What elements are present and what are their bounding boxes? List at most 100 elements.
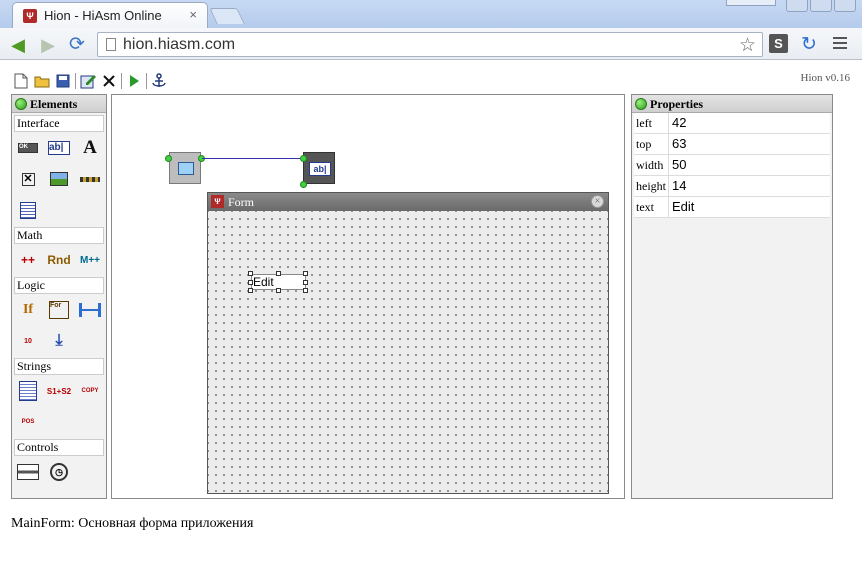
mainform-element[interactable] [169,152,201,184]
maximize-button[interactable] [810,0,832,12]
close-icon[interactable]: × [591,195,604,208]
forward-arrow-icon[interactable]: ▶ [38,35,58,55]
hiasm-favicon-icon: Ψ [23,9,37,23]
collapse-ball-icon[interactable] [635,97,647,110]
random-element-icon[interactable]: Rnd [47,250,70,270]
address-bar[interactable]: hion.hiasm.com ☆ [97,32,763,57]
reload-icon[interactable]: ⟳ [67,35,87,55]
form-app-icon: Ψ [211,195,224,208]
hub-element-icon[interactable] [79,300,101,320]
resize-handle[interactable] [248,288,253,293]
collapse-ball-icon[interactable] [15,97,27,110]
edit-element-text: ab| [48,141,70,155]
down-arrow-element-icon[interactable]: ⤓ [48,331,70,351]
for-element-text: For [49,301,69,319]
counter-element-icon[interactable]: 10 [17,331,39,351]
elements-panel-header[interactable]: Elements [12,95,106,113]
property-name: top [634,134,669,154]
property-row-text: text Edit [634,197,830,218]
group-math[interactable]: Math [14,227,104,244]
checkbox-element-icon[interactable]: ✕ [17,169,39,189]
strings-icons-row: S1+S2 COPY [12,375,106,406]
chrome-menu-icon[interactable] [833,37,847,51]
group-strings[interactable]: Strings [14,358,104,375]
form-titlebar[interactable]: Ψ Form × [208,193,608,211]
progressbar-element-icon[interactable] [79,169,101,189]
window-controls [786,0,856,14]
extension-s-icon[interactable]: S [769,34,788,53]
browser-tab[interactable]: Ψ Hion - HiAsm Online × [12,2,208,28]
open-folder-icon[interactable] [33,72,51,90]
copy-element-icon[interactable]: COPY [79,381,101,401]
form-designer-window[interactable]: Ψ Form × Edit [207,192,609,494]
increment-element-icon[interactable]: ++ [17,250,39,270]
resize-handle[interactable] [303,280,308,285]
for-element-icon[interactable]: For [48,300,70,320]
edit-top-pin[interactable] [300,155,307,162]
strlist-element-icon[interactable] [17,381,39,401]
resize-handle[interactable] [303,288,308,293]
memo-element-icon[interactable] [17,200,39,220]
toolbar-separator [121,73,122,89]
property-value-text[interactable]: Edit [669,197,830,217]
url-text[interactable]: hion.hiasm.com [123,36,235,54]
form-left-pin[interactable] [165,155,172,162]
property-value-top[interactable]: 63 [669,134,830,154]
run-icon[interactable] [125,72,143,90]
back-arrow-icon[interactable]: ◀ [8,35,28,55]
button-element-icon[interactable]: OK [17,138,39,158]
user-badge[interactable] [726,0,776,6]
anchor-icon[interactable] [150,72,168,90]
property-name: text [634,197,669,217]
interface-icons-row [12,194,106,225]
property-row-width: width 50 [634,155,830,176]
property-value-left[interactable]: 42 [669,113,830,133]
edit-element[interactable]: ab| [303,152,335,184]
status-text: MainForm: Основная форма приложения [11,516,254,531]
minimize-button[interactable] [786,0,808,12]
if-element-icon[interactable]: If [17,300,39,320]
group-interface[interactable]: Interface [14,115,104,132]
toolbar-separator [146,73,147,89]
toolbar-separator [75,73,76,89]
resize-handle[interactable] [276,271,281,276]
properties-panel-header[interactable]: Properties [632,95,832,113]
edit-icon[interactable] [79,72,97,90]
edit-element-label: ab| [309,162,331,176]
group-controls[interactable]: Controls [14,439,104,456]
property-name: height [634,176,669,196]
property-name: left [634,113,669,133]
edit-bottom-pin[interactable] [300,181,307,188]
resize-handle[interactable] [248,280,253,285]
pos-element-icon[interactable]: POS [17,412,39,432]
panel-element-icon[interactable] [17,462,39,482]
math-icons-row: ++ Rnd M++ [12,244,106,275]
page-icon [106,38,116,51]
memory-inc-element-icon[interactable]: M++ [79,250,101,270]
group-logic[interactable]: Logic [14,277,104,294]
form-grid[interactable]: Edit [208,211,608,493]
label-element-icon[interactable]: A [79,137,101,158]
sync-extension-icon[interactable]: ↻ [801,33,817,56]
logic-icons-row: If For [12,294,106,325]
property-value-width[interactable]: 50 [669,155,830,175]
property-row-top: top 63 [634,134,830,155]
new-file-icon[interactable] [12,72,30,90]
strings-icons-row: POS [12,406,106,437]
elements-title: Elements [30,96,78,111]
edit-element-icon[interactable]: ab| [48,138,70,158]
resize-handle[interactable] [303,271,308,276]
property-value-height[interactable]: 14 [669,176,830,196]
concat-element-icon[interactable]: S1+S2 [47,381,71,401]
new-tab-button[interactable] [209,8,245,24]
save-icon[interactable] [54,72,72,90]
logic-icons-row: 10 ⤓ [12,325,106,356]
bookmark-star-icon[interactable]: ☆ [739,34,756,57]
resize-handle[interactable] [248,271,253,276]
image-element-icon[interactable] [48,169,70,189]
delete-icon[interactable] [100,72,118,90]
resize-handle[interactable] [276,288,281,293]
timer-clock-icon[interactable]: ◷ [48,462,70,482]
close-window-button[interactable] [834,0,856,12]
tab-close-icon[interactable]: × [189,7,197,22]
